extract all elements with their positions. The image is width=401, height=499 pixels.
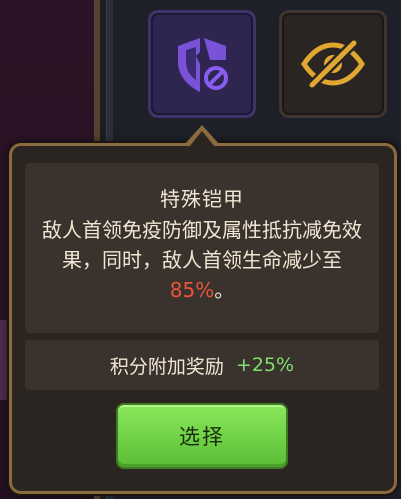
score-bonus-label: 积分附加奖励	[109, 355, 224, 378]
option-description: 敌人首领免疫防御及属性抵抗减免效果，同时，敌人首领生命减少至 85%。	[39, 215, 365, 305]
game-screen: 特殊铠甲 敌人首领免疫防御及属性抵抗减免效果，同时，敌人首领生命减少至85%。 …	[0, 0, 401, 499]
description-end: 。	[214, 278, 235, 302]
crossed-eye-icon	[300, 39, 366, 89]
background-left-edge	[0, 320, 8, 400]
description-box: 特殊铠甲 敌人首领免疫防御及属性抵抗减免效果，同时，敌人首领生命减少至 85%。	[25, 163, 379, 333]
score-bonus-value: +25%	[235, 354, 295, 376]
select-button[interactable]: 选择	[116, 403, 288, 469]
hidden-option-tile[interactable]	[279, 10, 387, 118]
description-text: 敌人首领免疫防御及属性抵抗减免效果，同时，敌人首领生命减少至	[42, 218, 362, 272]
score-bonus-row: 积分附加奖励 +25%	[25, 340, 379, 390]
broken-shield-block-icon	[178, 38, 230, 92]
health-percent: 85%	[169, 278, 215, 302]
option-title: 特殊铠甲	[160, 187, 244, 211]
tooltip-pointer-fill	[189, 131, 215, 147]
special-armor-option-tile[interactable]	[148, 10, 256, 118]
